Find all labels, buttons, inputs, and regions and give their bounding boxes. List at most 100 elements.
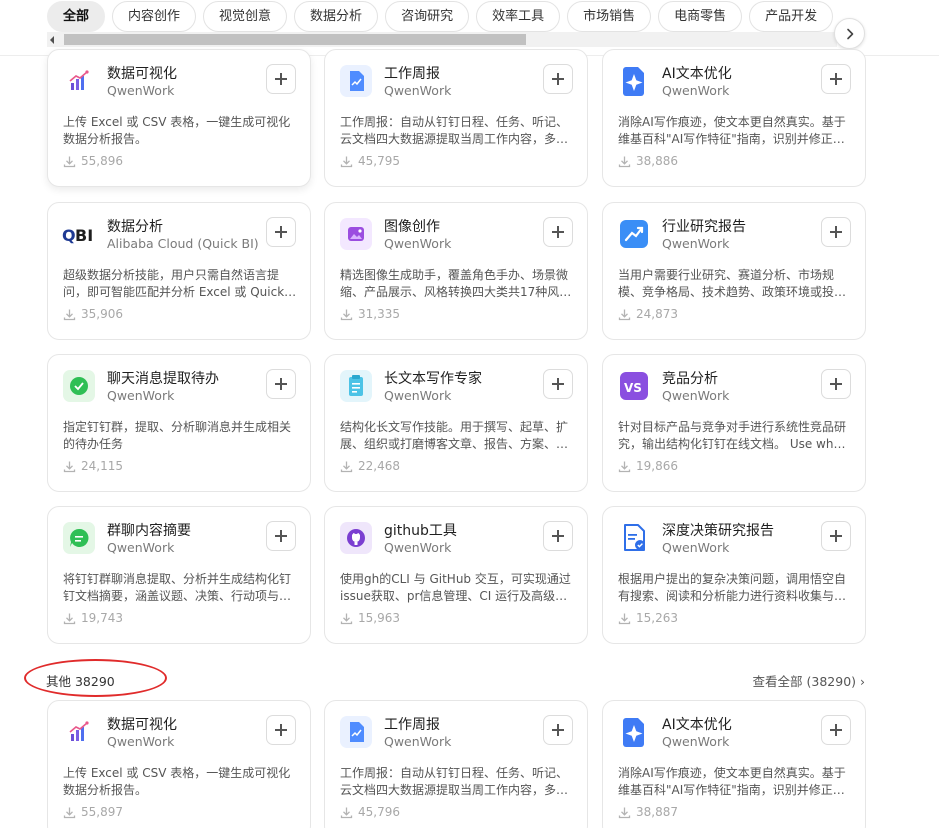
- download-count-value: 55,896: [81, 154, 123, 168]
- tab-visual-creative[interactable]: 视觉创意: [203, 1, 288, 32]
- skill-card[interactable]: 数据可视化 QwenWork 上传 Excel 或 CSV 表格，一键生成可视化数据…: [47, 700, 311, 828]
- skill-card[interactable]: 聊天消息提取待办 QwenWork 指定钉钉群，提取、分析聊消息并生成相关的待办任务…: [47, 354, 311, 492]
- ai-sparkle-icon: [617, 715, 651, 749]
- skill-card[interactable]: 工作周报 QwenWork 工作周报：自动从钉钉日程、任务、听记、云文档四大数据源提…: [324, 49, 588, 187]
- tab-efficiency-tools[interactable]: 效率工具: [476, 1, 561, 32]
- download-count: 45,796: [340, 805, 400, 819]
- skill-card[interactable]: AI文本优化 QwenWork 消除AI写作痕迹，使文本更自然真实。基于维基百科"A…: [602, 49, 866, 187]
- add-skill-button[interactable]: [543, 369, 573, 399]
- card-author: QwenWork: [384, 540, 452, 555]
- skill-card[interactable]: AI文本优化 QwenWork 消除AI写作痕迹，使文本更自然真实。基于维基百科"A…: [602, 700, 866, 828]
- card-description: 针对目标产品与竞争对手进行系统性竞品研究，输出结构化钉钉在线文档。 Use wh…: [618, 420, 849, 451]
- download-count-value: 38,886: [636, 154, 678, 168]
- card-description: 上传 Excel 或 CSV 表格，一键生成可视化数据分析报告。: [63, 115, 291, 146]
- tab-content-creation[interactable]: 内容创作: [112, 1, 197, 32]
- download-icon: [618, 807, 631, 818]
- download-count-value: 35,906: [81, 307, 123, 321]
- add-skill-button[interactable]: [821, 521, 851, 551]
- tab-product-dev[interactable]: 产品开发: [749, 1, 834, 32]
- card-description: 消除AI写作痕迹，使文本更自然真实。基于维基百科"AI写作特征"指南，识别并修正…: [618, 115, 846, 146]
- card-description: 精选图像生成助手，覆盖角色手办、场景微缩、产品展示、风格转换四大类共17种风格模…: [340, 268, 572, 299]
- skill-card[interactable]: 群聊内容摘要 QwenWork 将钉钉群聊消息提取、分析并生成结构化钉钉文档摘要，涵…: [47, 506, 311, 644]
- group-summary-icon: [62, 521, 96, 555]
- scrollbar-thumb[interactable]: [64, 34, 526, 45]
- scroll-left-arrow-icon[interactable]: [50, 36, 54, 44]
- card-description: 结构化长文写作技能。用于撰写、起草、扩展、组织或打磨博客文章、报告、方案、白皮书…: [340, 420, 569, 451]
- card-title: 工作周报: [384, 717, 440, 733]
- add-skill-button[interactable]: [266, 369, 296, 399]
- card-author: QwenWork: [384, 388, 452, 403]
- vs-compare-icon: VS: [617, 369, 651, 403]
- card-title: 数据分析: [107, 219, 163, 235]
- long-doc-icon: [339, 369, 373, 403]
- skill-card[interactable]: 深度决策研究报告 QwenWork 根据用户提出的复杂决策问题，调用悟空自有搜索、阅…: [602, 506, 866, 644]
- card-author: QwenWork: [662, 388, 730, 403]
- tabs-next-button[interactable]: [834, 18, 865, 49]
- decision-doc-icon: [617, 521, 651, 555]
- download-icon: [63, 309, 76, 320]
- tab-ecommerce-retail[interactable]: 电商零售: [658, 1, 743, 32]
- skill-card[interactable]: Q BI 数据分析 Alibaba Cloud (Quick BI) 超级数据分析技能，…: [47, 202, 311, 340]
- card-description: 消除AI写作痕迹，使文本更自然真实。基于维基百科"AI写作特征"指南，识别并修正…: [618, 766, 846, 797]
- download-count: 38,886: [618, 154, 678, 168]
- skill-card[interactable]: 行业研究报告 QwenWork 当用户需要行业研究、赛道分析、市场规模、竞争格局、技…: [602, 202, 866, 340]
- skill-card[interactable]: 长文本写作专家 QwenWork 结构化长文写作技能。用于撰写、起草、扩展、组织或打…: [324, 354, 588, 492]
- tab-all[interactable]: 全部: [47, 1, 106, 32]
- card-author: QwenWork: [662, 540, 730, 555]
- card-description: 使用gh的CLI 与 GitHub 交互，可实现通过issue获取、pr信息管理…: [340, 572, 571, 603]
- download-count-value: 24,873: [636, 307, 678, 321]
- add-skill-button[interactable]: [543, 521, 573, 551]
- download-count: 31,335: [340, 307, 400, 321]
- skill-card[interactable]: github工具 QwenWork 使用gh的CLI 与 GitHub 交互，可实现…: [324, 506, 588, 644]
- card-description: 将钉钉群聊消息提取、分析并生成结构化钉钉文档摘要，涵盖议题、决策、行动项与待跟进…: [63, 572, 292, 603]
- trend-report-icon: [617, 217, 651, 251]
- card-description: 工作周报：自动从钉钉日程、任务、听记、云文档四大数据源提取当周工作内容，多维度生…: [340, 766, 569, 797]
- card-title: 群聊内容摘要: [107, 523, 191, 539]
- download-count-value: 15,263: [636, 611, 678, 625]
- card-title: AI文本优化: [662, 717, 732, 733]
- horizontal-scrollbar[interactable]: [47, 32, 837, 47]
- skill-card[interactable]: 工作周报 QwenWork 工作周报：自动从钉钉日程、任务、听记、云文档四大数据源提…: [324, 700, 588, 828]
- add-skill-button[interactable]: [821, 715, 851, 745]
- add-skill-button[interactable]: [543, 64, 573, 94]
- download-count-value: 38,887: [636, 805, 678, 819]
- download-icon: [340, 461, 353, 472]
- add-skill-button[interactable]: [543, 217, 573, 247]
- download-count-value: 19,866: [636, 459, 678, 473]
- card-author: QwenWork: [107, 734, 175, 749]
- tab-marketing-sales[interactable]: 市场销售: [567, 1, 652, 32]
- add-skill-button[interactable]: [266, 64, 296, 94]
- add-skill-button[interactable]: [543, 715, 573, 745]
- download-icon: [340, 613, 353, 624]
- add-skill-button[interactable]: [266, 217, 296, 247]
- card-description: 工作周报：自动从钉钉日程、任务、听记、云文档四大数据源提取当周工作内容，多维度生…: [340, 115, 569, 146]
- add-skill-button[interactable]: [821, 217, 851, 247]
- add-skill-button[interactable]: [266, 521, 296, 551]
- add-skill-button[interactable]: [821, 369, 851, 399]
- download-count-value: 22,468: [358, 459, 400, 473]
- tab-data-analysis[interactable]: 数据分析: [294, 1, 379, 32]
- add-skill-button[interactable]: [266, 715, 296, 745]
- download-count-value: 15,963: [358, 611, 400, 625]
- skill-card[interactable]: 数据可视化 QwenWork 上传 Excel 或 CSV 表格，一键生成可视化数据…: [47, 49, 311, 187]
- skill-card[interactable]: VS 竞品分析 QwenWork 针对目标产品与竞争对手进行系统性竞品研究，输出结构化…: [602, 354, 866, 492]
- view-all-link[interactable]: 查看全部 (38290) ›: [753, 671, 865, 690]
- bar-chart-icon: [62, 64, 96, 98]
- card-description: 当用户需要行业研究、赛道分析、市场规模、竞争格局、技术趋势、政策环境或投资机会分…: [618, 268, 847, 299]
- download-count: 55,896: [63, 154, 123, 168]
- card-title: 数据可视化: [107, 717, 177, 733]
- image-create-icon: [339, 217, 373, 251]
- download-count: 15,263: [618, 611, 678, 625]
- card-author: Alibaba Cloud (Quick BI): [107, 236, 259, 251]
- category-tab-bar: 全部 内容创作 视觉创意 数据分析 咨询研究 效率工具 市场销售 电商零售 产品…: [0, 0, 939, 56]
- card-description: 指定钉钉群，提取、分析聊消息并生成相关的待办任务: [63, 420, 292, 451]
- card-title: github工具: [384, 523, 457, 539]
- download-count-value: 24,115: [81, 459, 123, 473]
- download-count: 24,115: [63, 459, 123, 473]
- quickbi-logo-icon: Q BI: [62, 217, 96, 251]
- skill-card[interactable]: 图像创作 QwenWork 精选图像生成助手，覆盖角色手办、场景微缩、产品展示、风格…: [324, 202, 588, 340]
- add-skill-button[interactable]: [821, 64, 851, 94]
- card-author: QwenWork: [107, 83, 175, 98]
- tab-consulting-research[interactable]: 咨询研究: [385, 1, 470, 32]
- download-icon: [618, 461, 631, 472]
